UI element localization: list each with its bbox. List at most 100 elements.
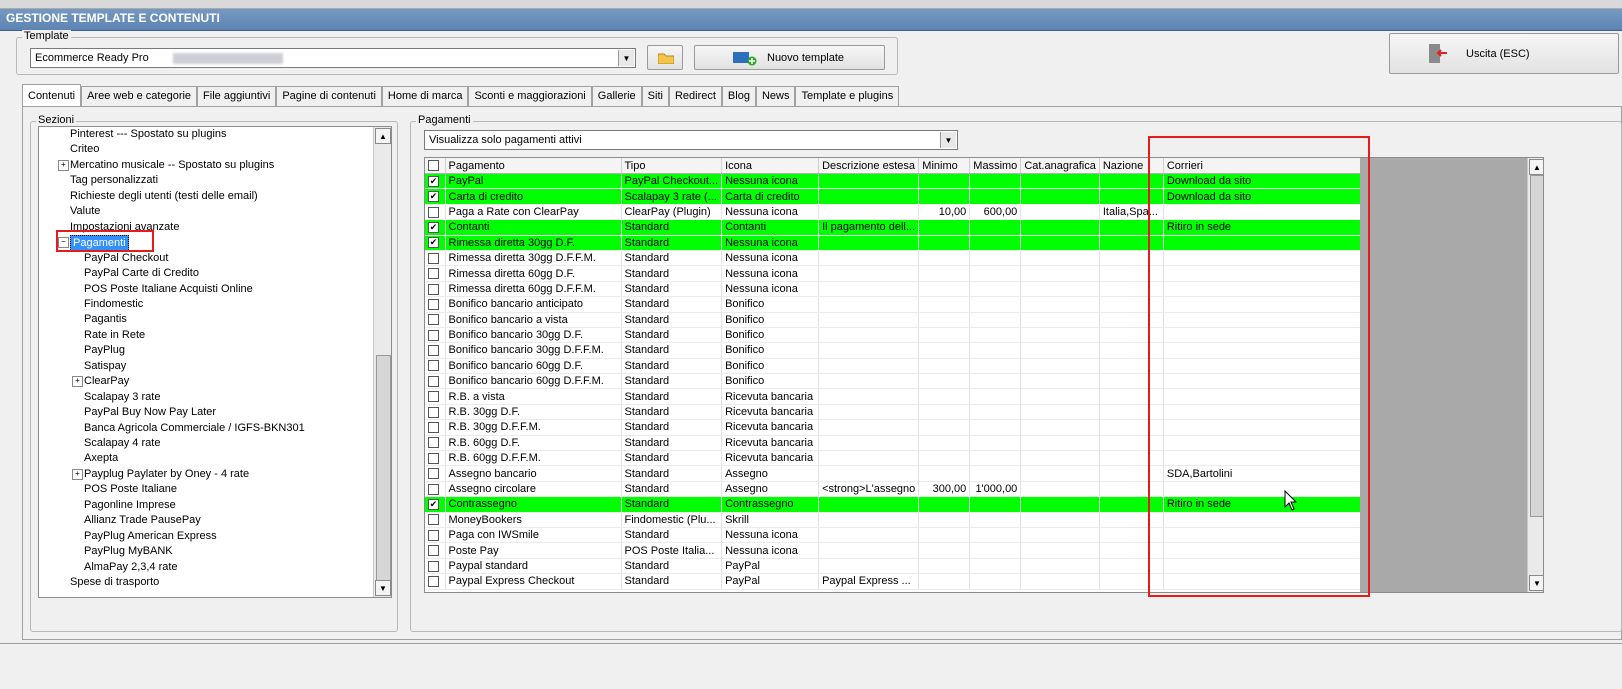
active-checkbox-cell[interactable] — [425, 204, 446, 221]
tree-item[interactable]: Pagonline Imprese — [84, 498, 176, 513]
tree-item[interactable]: Findomestic — [84, 297, 143, 312]
new-template-button[interactable]: Nuovo template — [694, 45, 885, 70]
checked-checkbox[interactable]: ✔ — [428, 237, 439, 249]
tree-item[interactable]: Richieste degli utenti (testi delle emai… — [70, 189, 258, 204]
unchecked-checkbox[interactable] — [428, 268, 439, 280]
tree-item[interactable]: Satispay — [84, 359, 126, 374]
tree-item[interactable]: PayPlug — [84, 343, 125, 358]
tab-siti[interactable]: Siti — [641, 86, 669, 108]
sections-tree[interactable]: Pinterest --- Spostato su plugins Criteo +… — [38, 126, 392, 598]
unchecked-checkbox[interactable] — [428, 437, 439, 449]
tree-item[interactable]: Payplug Paylater by Oney - 4 rate — [84, 467, 249, 482]
active-checkbox-cell[interactable] — [425, 358, 446, 375]
column-header[interactable]: Pagamento — [445, 158, 622, 174]
unchecked-checkbox[interactable] — [428, 329, 439, 341]
tree-item[interactable]: PayPlug American Express — [84, 529, 217, 544]
unchecked-checkbox[interactable] — [428, 345, 439, 357]
tree-scrollbar[interactable]: ▲ ▼ — [373, 127, 391, 597]
column-header[interactable]: Descrizione estesa — [818, 158, 920, 174]
checked-checkbox[interactable]: ✔ — [428, 175, 439, 187]
unchecked-checkbox[interactable] — [428, 468, 439, 480]
unchecked-checkbox[interactable] — [428, 406, 439, 418]
tab-redirect[interactable]: Redirect — [668, 86, 722, 108]
select-all-checkbox-cell[interactable] — [425, 158, 446, 174]
scroll-up-icon[interactable]: ▲ — [375, 128, 391, 144]
active-checkbox-cell[interactable] — [425, 542, 446, 559]
exit-button[interactable]: Uscita (ESC) — [1389, 33, 1619, 74]
active-checkbox-cell[interactable] — [425, 435, 446, 452]
tree-item[interactable]: PayPal Buy Now Pay Later — [84, 405, 216, 420]
unchecked-checkbox[interactable] — [428, 314, 439, 326]
tab-home-marca[interactable]: Home di marca — [381, 86, 469, 108]
tree-item[interactable]: Mercatino musicale -- Spostato su plugin… — [70, 158, 274, 173]
tab-file-aggiuntivi[interactable]: File aggiuntivi — [197, 86, 277, 108]
unchecked-checkbox[interactable] — [428, 283, 439, 295]
tree-item[interactable]: Scalapay 3 rate — [84, 390, 160, 405]
column-header[interactable]: Icona — [721, 158, 820, 174]
active-checkbox-cell[interactable]: ✔ — [425, 219, 446, 236]
scroll-down-icon[interactable]: ▼ — [1529, 575, 1543, 591]
column-header[interactable]: Minimo — [918, 158, 971, 174]
expand-icon[interactable]: + — [58, 159, 69, 171]
payments-filter-select[interactable]: Visualizza solo pagamenti attivi ▼ — [424, 130, 958, 150]
scroll-thumb[interactable] — [376, 355, 391, 582]
unchecked-checkbox[interactable] — [428, 529, 439, 541]
active-checkbox-cell[interactable] — [425, 296, 446, 313]
column-header[interactable]: Tipo — [621, 158, 723, 174]
unchecked-checkbox[interactable] — [428, 252, 439, 264]
active-checkbox-cell[interactable] — [425, 312, 446, 328]
active-checkbox-cell[interactable] — [425, 465, 446, 482]
tab-sconti[interactable]: Sconti e maggiorazioni — [468, 86, 592, 108]
active-checkbox-cell[interactable] — [425, 573, 446, 590]
scroll-thumb[interactable] — [1530, 175, 1543, 517]
unchecked-checkbox[interactable] — [428, 375, 439, 387]
active-checkbox-cell[interactable] — [425, 481, 446, 498]
select-all-checkbox[interactable] — [428, 160, 439, 172]
unchecked-checkbox[interactable] — [428, 514, 439, 526]
column-header[interactable]: Massimo — [969, 158, 1022, 174]
active-checkbox-cell[interactable] — [425, 558, 446, 575]
open-folder-button[interactable] — [647, 45, 683, 70]
chevron-down-icon[interactable]: ▼ — [618, 50, 634, 66]
tree-item[interactable]: POS Poste Italiane — [84, 482, 177, 497]
active-checkbox-cell[interactable] — [425, 450, 446, 467]
active-checkbox-cell[interactable]: ✔ — [425, 496, 446, 513]
checked-checkbox[interactable]: ✔ — [428, 191, 439, 203]
tree-item[interactable]: Criteo — [70, 142, 99, 157]
unchecked-checkbox[interactable] — [428, 422, 439, 434]
unchecked-checkbox[interactable] — [428, 483, 439, 495]
active-checkbox-cell[interactable] — [425, 265, 446, 282]
tree-item[interactable]: Tag personalizzati — [70, 173, 158, 188]
tree-item[interactable]: PayPal Carte di Credito — [84, 266, 199, 281]
tab-pagine-contenuti[interactable]: Pagine di contenuti — [276, 86, 382, 108]
tree-item[interactable]: Axepta — [84, 451, 118, 466]
unchecked-checkbox[interactable] — [428, 391, 439, 403]
active-checkbox-cell[interactable] — [425, 512, 446, 528]
chevron-down-icon[interactable]: ▼ — [940, 132, 956, 148]
tab-blog[interactable]: Blog — [721, 86, 756, 108]
tree-item[interactable]: Spese di trasporto — [70, 575, 159, 590]
tab-aree-web[interactable]: Aree web e categorie — [81, 86, 198, 108]
scroll-down-icon[interactable]: ▼ — [375, 580, 391, 596]
active-checkbox-cell[interactable] — [425, 388, 446, 405]
tree-item[interactable]: AlmaPay 2,3,4 rate — [84, 560, 178, 575]
tree-item[interactable]: ClearPay — [84, 374, 129, 389]
tree-item[interactable]: PayPal Checkout — [84, 251, 168, 266]
active-checkbox-cell[interactable]: ✔ — [425, 188, 446, 205]
expand-icon[interactable]: + — [72, 468, 83, 480]
active-checkbox-cell[interactable] — [425, 373, 446, 390]
tree-item[interactable]: PayPlug MyBANK — [84, 544, 173, 559]
tree-item[interactable]: Rate in Rete — [84, 328, 145, 343]
active-checkbox-cell[interactable] — [425, 250, 446, 267]
expand-icon[interactable]: + — [72, 376, 83, 388]
tree-item[interactable]: Valute — [70, 204, 100, 219]
tree-item[interactable]: Scalapay 4 rate — [84, 436, 160, 451]
unchecked-checkbox[interactable] — [428, 452, 439, 464]
active-checkbox-cell[interactable] — [425, 281, 446, 298]
column-header[interactable]: Cat.anagrafica — [1020, 158, 1100, 174]
active-checkbox-cell[interactable] — [425, 342, 446, 359]
unchecked-checkbox[interactable] — [428, 545, 439, 557]
tab-news[interactable]: News — [755, 86, 796, 108]
tab-template-plugins[interactable]: Template e plugins — [795, 86, 900, 108]
template-select[interactable]: Ecommerce Ready Pro ▼ — [30, 48, 636, 68]
